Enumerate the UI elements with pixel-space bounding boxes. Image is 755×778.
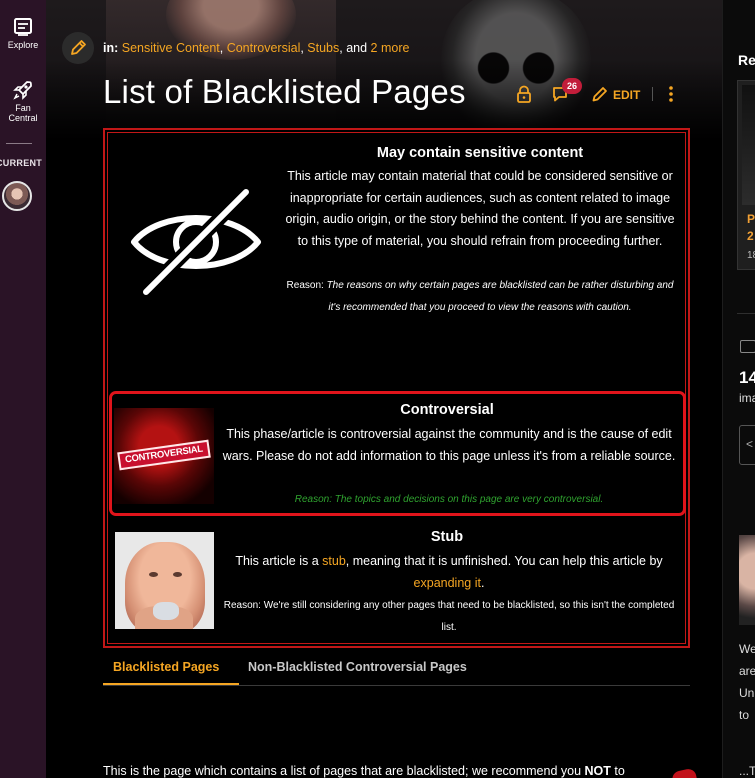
right-rail-bottom: ...T: [739, 764, 755, 778]
breadcrumb-prefix: in:: [103, 41, 119, 55]
rail-divider: [6, 143, 32, 144]
intro-text-2: to: [610, 764, 625, 778]
explore-icon: [14, 18, 32, 36]
category-link-sensitive[interactable]: Sensitive Content: [122, 41, 220, 55]
carousel-prev-button[interactable]: <: [739, 425, 755, 465]
category-more-link[interactable]: 2 more: [371, 41, 410, 55]
carousel-prev-label: <: [746, 437, 754, 451]
controversial-notice-title: Controversial: [400, 402, 494, 418]
rail-explore-label: Explore: [7, 40, 39, 50]
sensitive-reason-text: The reasons on why certain pages are bla…: [326, 280, 674, 313]
right-rail-line-2: are: [739, 664, 755, 678]
intro-paragraph: This is the page which contains a list o…: [103, 764, 625, 778]
eye-slash-icon: [131, 188, 261, 296]
category-link-controversial[interactable]: Controversial: [227, 41, 301, 55]
right-rail-thumbnail[interactable]: [739, 535, 755, 625]
stub-body-text-3: .: [480, 575, 485, 590]
tab-non-blacklisted-controversial[interactable]: Non-Blacklisted Controversial Pages: [248, 660, 467, 674]
edit-pencil-icon[interactable]: [591, 85, 609, 103]
pencil-icon: [71, 40, 86, 55]
edit-button[interactable]: EDIT: [613, 88, 640, 102]
right-rail: Re P 2 18 14 ima < We are Un to ...T: [722, 0, 755, 778]
stub-notice-body: This article is a stub, meaning that it …: [218, 551, 680, 594]
controversial-notice-body: This phase/article is controversial agai…: [222, 427, 676, 463]
breadcrumb-separator: , and: [339, 41, 371, 55]
decorative-red-shape: [671, 767, 697, 778]
right-rail-line-4: to: [739, 708, 750, 722]
image-count-label: ima: [739, 391, 755, 405]
stub-image: [115, 532, 214, 629]
stub-body-text-1: This article is a: [235, 554, 323, 568]
comment-count-badge: 26: [562, 78, 582, 94]
rail-fan-central[interactable]: Fan Central: [0, 80, 46, 123]
community-avatar[interactable]: [2, 181, 32, 211]
recent-card-meta: 18: [747, 250, 755, 261]
sensitive-notice-body: This article may contain material that c…: [285, 169, 675, 248]
right-rail-line-3: Un: [739, 686, 755, 700]
toolbar-divider: [652, 87, 653, 101]
controversial-notice-reason: Reason: The topics and decisions on this…: [294, 494, 604, 505]
reason-prefix: Reason:: [286, 280, 324, 291]
controversial-image: CONTROVERSIAL: [114, 408, 214, 504]
right-rail-divider: [737, 313, 755, 314]
right-rail-line-1: We: [739, 642, 755, 656]
sensitive-notice-title: May contain sensitive content: [376, 145, 584, 161]
left-rail: Explore Fan Central CURRENT: [0, 0, 46, 778]
image-icon: [740, 340, 755, 353]
rail-explore[interactable]: Explore: [0, 17, 46, 50]
recent-card-title-2[interactable]: 2: [747, 229, 754, 243]
stub-link[interactable]: stub: [322, 554, 346, 568]
recent-card-title-1[interactable]: P: [747, 212, 755, 226]
expand-link[interactable]: expanding it: [414, 576, 481, 590]
more-vertical-icon[interactable]: [667, 85, 675, 103]
stub-body-text-2: , meaning that it is unfinished. You can…: [345, 554, 663, 568]
sensitive-notice-reason: Reason: The reasons on why certain pages…: [284, 275, 676, 318]
breadcrumb-separator: ,: [219, 41, 227, 55]
page-title: List of Blacklisted Pages: [103, 73, 466, 110]
tab-blacklisted-pages[interactable]: Blacklisted Pages: [113, 660, 219, 674]
category-link-stubs[interactable]: Stubs: [307, 41, 339, 55]
category-breadcrumb: in: Sensitive Content, Controversial, St…: [103, 41, 409, 55]
stub-image-cup: [153, 602, 179, 620]
rail-fan-label-1: Fan: [15, 103, 31, 113]
content-tabs: Blacklisted Pages Non-Blacklisted Contro…: [103, 656, 690, 686]
edit-shortcut-button[interactable]: [62, 32, 94, 64]
stub-image-eye: [149, 572, 158, 577]
active-tab-indicator: [103, 683, 239, 685]
intro-text-1: This is the page which contains a list o…: [103, 764, 585, 778]
stub-image-eye: [173, 572, 182, 577]
image-count: 14: [739, 368, 755, 387]
controversial-image-label: CONTROVERSIAL: [117, 439, 211, 471]
header-background: [46, 0, 722, 140]
intro-bold: NOT: [584, 764, 611, 778]
lock-icon[interactable]: [516, 85, 532, 103]
stub-notice-title: Stub: [430, 529, 464, 545]
rail-current-label: CURRENT: [0, 158, 43, 168]
right-rail-title: Re: [738, 52, 755, 68]
stub-notice-reason: Reason: We're still considering any othe…: [223, 600, 675, 633]
rocket-icon: [13, 81, 32, 100]
rail-fan-label-2: Central: [8, 113, 38, 123]
